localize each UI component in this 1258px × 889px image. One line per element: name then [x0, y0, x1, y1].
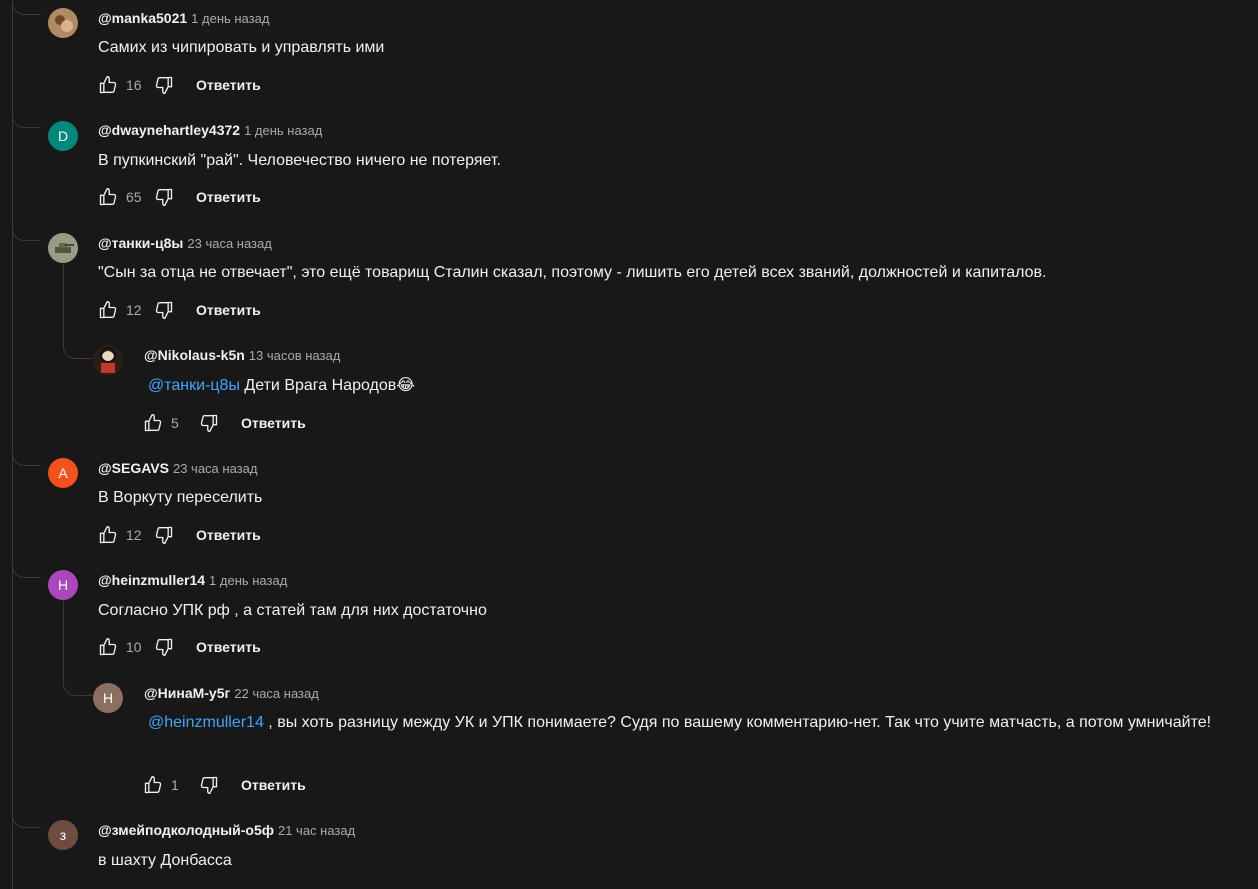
reply-connector [63, 344, 92, 359]
thread-connector [12, 813, 41, 828]
reply-connector [63, 681, 92, 696]
dislike-icon[interactable] [152, 73, 176, 97]
like-icon[interactable] [96, 523, 120, 547]
comment-author[interactable]: @heinzmuller14 [98, 572, 205, 588]
reply-thread-line [63, 601, 64, 681]
dislike-icon[interactable] [197, 411, 221, 435]
comment-text: В Воркуту переселить [98, 489, 263, 506]
mention-link[interactable]: @танки-ц8ы [148, 377, 240, 394]
like-count: 12 [126, 302, 142, 318]
avatar[interactable]: Н [93, 683, 123, 713]
like-count: 1 [171, 777, 179, 793]
like-count: 10 [126, 639, 142, 655]
avatar[interactable]: H [48, 570, 78, 600]
like-icon[interactable] [96, 73, 120, 97]
dislike-icon[interactable] [152, 185, 176, 209]
comment-time[interactable]: 1 день назад [191, 11, 269, 26]
reply-button[interactable]: Ответить [196, 527, 261, 543]
comment-time[interactable]: 13 часов назад [249, 348, 341, 363]
like-count: 16 [126, 77, 142, 93]
comment-author[interactable]: @dwaynehartley4372 [98, 122, 240, 138]
comment-text: В пупкинский "рай". Человечество ничего … [98, 152, 501, 169]
reply-button[interactable]: Ответить [196, 77, 261, 93]
like-icon[interactable] [96, 185, 120, 209]
comment-text-body: , вы хоть разницу между УК и УПК понимае… [263, 714, 1212, 731]
comment-author[interactable]: @танки-ц8ы [98, 235, 183, 251]
thread-connector [12, 0, 41, 15]
reply-button[interactable]: Ответить [196, 302, 261, 318]
avatar[interactable]: D [48, 121, 78, 151]
thread-connector [12, 451, 41, 466]
comment-time[interactable]: 23 часа назад [173, 461, 257, 476]
comment-author[interactable]: @НинаМ-у5г [144, 685, 230, 701]
avatar[interactable]: A [48, 458, 78, 488]
comment-text: @heinzmuller14 , вы хоть разницу между У… [148, 710, 1238, 735]
thread-line [12, 0, 13, 889]
comment-time[interactable]: 1 день назад [209, 573, 287, 588]
dislike-icon[interactable] [152, 298, 176, 322]
reply-button[interactable]: Ответить [241, 415, 306, 431]
avatar[interactable] [48, 233, 78, 263]
reply-button[interactable]: Ответить [241, 777, 306, 793]
like-count: 65 [126, 189, 142, 205]
comment-time[interactable]: 22 часа назад [234, 686, 318, 701]
comment-time[interactable]: 21 час назад [278, 823, 355, 838]
comment-time[interactable]: 23 часа назад [187, 236, 271, 251]
dislike-icon[interactable] [152, 635, 176, 659]
comment-text: Самих из чипировать и управлять ими [98, 39, 385, 56]
thread-connector [12, 563, 41, 578]
avatar[interactable]: з [48, 820, 78, 850]
comment-text: в шахту Донбасса [98, 852, 232, 869]
comment-text: Согласно УПК рф , а статей там для них д… [98, 602, 487, 619]
comment-author[interactable]: @manka5021 [98, 10, 187, 26]
like-icon[interactable] [96, 635, 120, 659]
reply-button[interactable]: Ответить [196, 189, 261, 205]
avatar[interactable] [48, 8, 78, 38]
comment-text: @танки-ц8ы Дети Врага Народов😂 [148, 373, 415, 398]
comment-author[interactable]: @SEGAVS [98, 460, 169, 476]
dislike-icon[interactable] [197, 773, 221, 797]
like-count: 12 [126, 527, 142, 543]
comment-text-body: Дети Врага Народов😂 [239, 377, 415, 394]
like-icon[interactable] [96, 298, 120, 322]
comment-text: "Сын за отца не отвечает", это ещё товар… [98, 264, 1047, 281]
comment-author[interactable]: @Nikolaus-k5n [144, 347, 245, 363]
mention-link[interactable]: @heinzmuller14 [148, 714, 264, 731]
comment-time[interactable]: 1 день назад [244, 123, 322, 138]
reply-button[interactable]: Ответить [196, 639, 261, 655]
thread-connector [12, 226, 41, 241]
like-icon[interactable] [141, 411, 165, 435]
reply-thread-line [63, 264, 64, 344]
comment-author[interactable]: @змейподколодный-о5ф [98, 822, 274, 838]
dislike-icon[interactable] [152, 523, 176, 547]
like-count: 5 [171, 415, 179, 431]
thread-connector [12, 113, 41, 128]
like-icon[interactable] [141, 773, 165, 797]
avatar[interactable] [93, 345, 123, 375]
